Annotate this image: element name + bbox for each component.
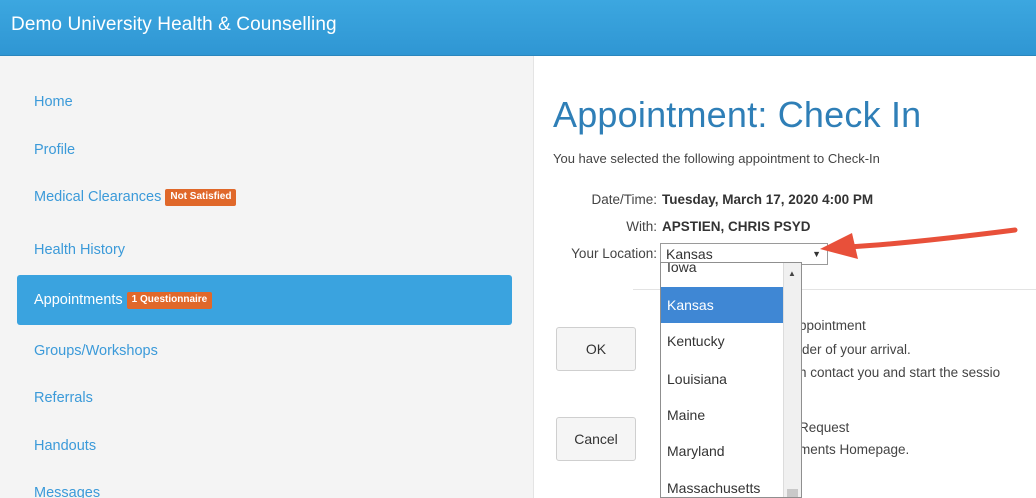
sidebar-item-label: Messages	[34, 485, 101, 498]
cancel-button[interactable]: Cancel	[556, 417, 636, 461]
dropdown-option-maryland[interactable]: Maryland	[661, 433, 783, 469]
dropdown-scrollbar[interactable]: ▲	[783, 263, 801, 497]
caret-down-icon: ▼	[812, 249, 821, 259]
status-badge: Not Satisfied	[165, 189, 237, 206]
questionnaire-badge: 1 Questionnaire	[126, 292, 213, 309]
sidebar-item-label: Referrals	[34, 390, 93, 406]
ok-description-line-2: ider of your arrival.	[799, 342, 911, 357]
sidebar-item-handouts[interactable]: Handouts	[34, 438, 96, 454]
location-label: Your Location:	[571, 246, 657, 261]
sidebar-item-health-history[interactable]: Health History	[34, 242, 125, 258]
header-bar: Demo University Health & Counselling	[0, 0, 1036, 56]
sidebar-item-label: Appointments	[34, 292, 123, 308]
ok-description-line-3: n contact you and start the sessio	[799, 365, 1001, 380]
sidebar-item-label: Medical Clearances	[34, 189, 162, 205]
datetime-value: Tuesday, March 17, 2020 4:00 PM	[662, 192, 874, 207]
dropdown-option-massachusetts[interactable]: Massachusetts	[661, 470, 783, 497]
page-title: Appointment: Check In	[553, 94, 922, 135]
app-title[interactable]: Demo University Health & Counselling	[11, 14, 337, 36]
intro-text: You have selected the following appointm…	[553, 151, 880, 166]
sidebar-item-messages[interactable]: Messages	[34, 485, 100, 498]
with-label: With:	[626, 219, 657, 234]
dropdown-option-maine[interactable]: Maine	[661, 397, 783, 433]
location-selected-value: Kansas	[666, 246, 713, 262]
dropdown-option-kansas[interactable]: Kansas	[661, 287, 783, 323]
sidebar-item-referrals[interactable]: Referrals	[34, 390, 93, 406]
with-value: APSTIEN, CHRIS PSYD	[662, 219, 811, 234]
location-dropdown-list[interactable]: Iowa Kansas Kentucky Louisiana Maine Mar…	[660, 262, 802, 498]
sidebar-item-profile[interactable]: Profile	[34, 142, 75, 158]
sidebar-item-label: Handouts	[34, 438, 97, 454]
sidebar-item-label: Home	[34, 94, 73, 110]
sidebar: Home Profile Medical Clearances Not Satis…	[0, 56, 534, 498]
sidebar-item-medical-clearances[interactable]: Medical Clearances Not Satisfied	[34, 189, 237, 206]
ok-description-line-1: ppointment	[799, 318, 866, 333]
datetime-label: Date/Time:	[591, 192, 657, 207]
sidebar-item-home[interactable]: Home	[34, 94, 73, 110]
scrollbar-thumb[interactable]	[787, 489, 798, 497]
dropdown-option-kentucky[interactable]: Kentucky	[661, 323, 783, 359]
dropdown-option-iowa[interactable]: Iowa	[661, 263, 783, 285]
sidebar-item-groups-workshops[interactable]: Groups/Workshops	[34, 343, 158, 359]
cancel-description-line-2: ments Homepage.	[799, 442, 910, 457]
sidebar-item-appointments[interactable]: Appointments 1 Questionnaire	[17, 275, 512, 325]
caret-up-icon[interactable]: ▲	[788, 269, 796, 278]
sidebar-item-label: Health History	[34, 242, 126, 258]
sidebar-item-label: Profile	[34, 142, 76, 158]
ok-button[interactable]: OK	[556, 327, 636, 371]
cancel-description-line-1: Request	[799, 420, 850, 435]
dropdown-option-louisiana[interactable]: Louisiana	[661, 361, 783, 397]
sidebar-item-label: Groups/Workshops	[34, 343, 158, 359]
